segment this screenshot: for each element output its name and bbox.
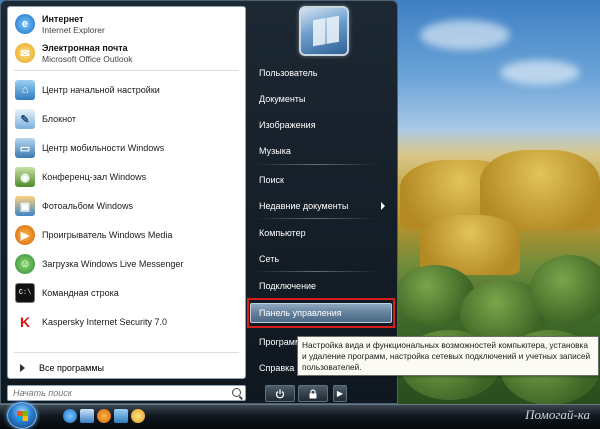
menu-item-label: Поиск: [259, 175, 284, 185]
program-label: Проигрыватель Windows Media: [42, 230, 173, 240]
triangle-right-icon: ▶: [336, 389, 344, 398]
windows-logo-icon: [17, 411, 28, 421]
program-label: Загрузка Windows Live Messenger: [42, 259, 184, 269]
internet-explorer-icon: e: [15, 14, 35, 34]
pinned-title: Интернет: [42, 13, 84, 24]
pinned-title: Электронная почта: [42, 42, 128, 53]
separator: [256, 218, 376, 219]
power-icon: [275, 389, 285, 399]
program-item[interactable]: ▶ Проигрыватель Windows Media: [12, 222, 243, 248]
shutdown-options-button[interactable]: ▶: [333, 385, 347, 402]
outlook-icon: ✉: [15, 43, 35, 63]
program-label: Командная строка: [42, 288, 119, 298]
program-label: Блокнот: [42, 114, 77, 124]
program-item[interactable]: ✎ Блокнот: [12, 106, 243, 132]
menu-item-search[interactable]: Поиск: [251, 170, 391, 190]
all-programs-button[interactable]: Все программы: [12, 358, 243, 378]
mobility-center-icon: ▭: [15, 138, 35, 158]
separator: [14, 352, 239, 353]
watermark: Помогай-ка: [525, 407, 590, 422]
lock-icon: [309, 388, 317, 398]
messenger-icon: ☺: [15, 254, 35, 274]
triangle-right-icon: [20, 364, 25, 372]
media-player-icon: ▶: [15, 225, 35, 245]
program-item[interactable]: ⌂ Центр начальной настройки: [12, 77, 243, 103]
program-label: Фотоальбом Windows: [42, 201, 133, 211]
menu-item-connect[interactable]: Подключение: [251, 276, 391, 296]
menu-item-pictures[interactable]: Изображения: [251, 115, 391, 135]
menu-item-label: Музыка: [259, 146, 291, 156]
menu-item-label: Документы: [259, 94, 306, 104]
search-icon[interactable]: [232, 388, 241, 397]
program-item[interactable]: K Kaspersky Internet Security 7.0: [12, 309, 243, 335]
pinned-subtitle: Microsoft Office Outlook: [42, 53, 133, 64]
user-picture-image: [313, 15, 339, 47]
pinned-item-internet[interactable]: e Интернет Internet Explorer: [12, 11, 243, 37]
lock-button[interactable]: [298, 385, 328, 402]
menu-item-recent-documents[interactable]: Недавние документы: [251, 196, 391, 216]
tooltip-text: Настройка вида и функциональных возможно…: [302, 340, 591, 372]
start-button[interactable]: [7, 402, 37, 429]
program-item[interactable]: ☺ Загрузка Windows Live Messenger: [12, 251, 243, 277]
menu-item-label: Панель управления: [259, 308, 342, 318]
menu-item-network[interactable]: Сеть: [251, 249, 391, 269]
program-label: Конференц-зал Windows: [42, 172, 147, 182]
internet-explorer-icon[interactable]: [63, 409, 77, 423]
program-item[interactable]: C:\ Командная строка: [12, 280, 243, 306]
menu-item-label: Пользователь: [259, 68, 318, 78]
search-input[interactable]: [8, 388, 223, 398]
menu-item-label: Изображения: [259, 120, 316, 130]
menu-item-label: Компьютер: [259, 228, 306, 238]
menu-item-user[interactable]: Пользователь: [251, 63, 391, 83]
programs-pane: e Интернет Internet Explorer ✉ Электронн…: [7, 6, 246, 379]
search-box[interactable]: [7, 385, 246, 401]
program-label: Kaspersky Internet Security 7.0: [42, 317, 168, 327]
media-player-icon[interactable]: [97, 409, 111, 423]
pinned-item-email[interactable]: ✉ Электронная почта Microsoft Office Out…: [12, 40, 243, 66]
menu-item-computer[interactable]: Компьютер: [251, 223, 391, 243]
user-picture[interactable]: [299, 6, 349, 56]
menu-item-control-panel[interactable]: Панель управления: [250, 303, 392, 323]
program-label: Центр начальной настройки: [42, 85, 160, 95]
control-panel-tooltip: Настройка вида и функциональных возможно…: [297, 336, 599, 376]
menu-item-label: Недавние документы: [259, 201, 349, 211]
notepad-icon: ✎: [15, 109, 35, 129]
separator: [256, 164, 376, 165]
power-button[interactable]: [265, 385, 295, 402]
all-programs-label: Все программы: [39, 363, 105, 373]
meeting-space-icon: ◉: [15, 167, 35, 187]
switch-windows-icon[interactable]: [114, 409, 128, 423]
menu-item-music[interactable]: Музыка: [251, 141, 391, 161]
welcome-center-icon: ⌂: [15, 80, 35, 100]
program-item[interactable]: ▭ Центр мобильности Windows: [12, 135, 243, 161]
menu-item-label: Подключение: [259, 281, 317, 291]
separator: [256, 271, 376, 272]
menu-item-label: Сеть: [259, 254, 280, 264]
menu-item-documents[interactable]: Документы: [251, 89, 391, 109]
program-label: Центр мобильности Windows: [42, 143, 165, 153]
kaspersky-icon: K: [15, 312, 35, 332]
program-item[interactable]: ◉ Конференц-зал Windows: [12, 164, 243, 190]
outlook-icon[interactable]: [131, 409, 145, 423]
program-item[interactable]: ▣ Фотоальбом Windows: [12, 193, 243, 219]
photo-gallery-icon: ▣: [15, 196, 35, 216]
show-desktop-icon[interactable]: [80, 409, 94, 423]
cmd-icon: C:\: [15, 283, 35, 303]
pinned-subtitle: Internet Explorer: [42, 24, 105, 35]
separator: [14, 70, 239, 71]
